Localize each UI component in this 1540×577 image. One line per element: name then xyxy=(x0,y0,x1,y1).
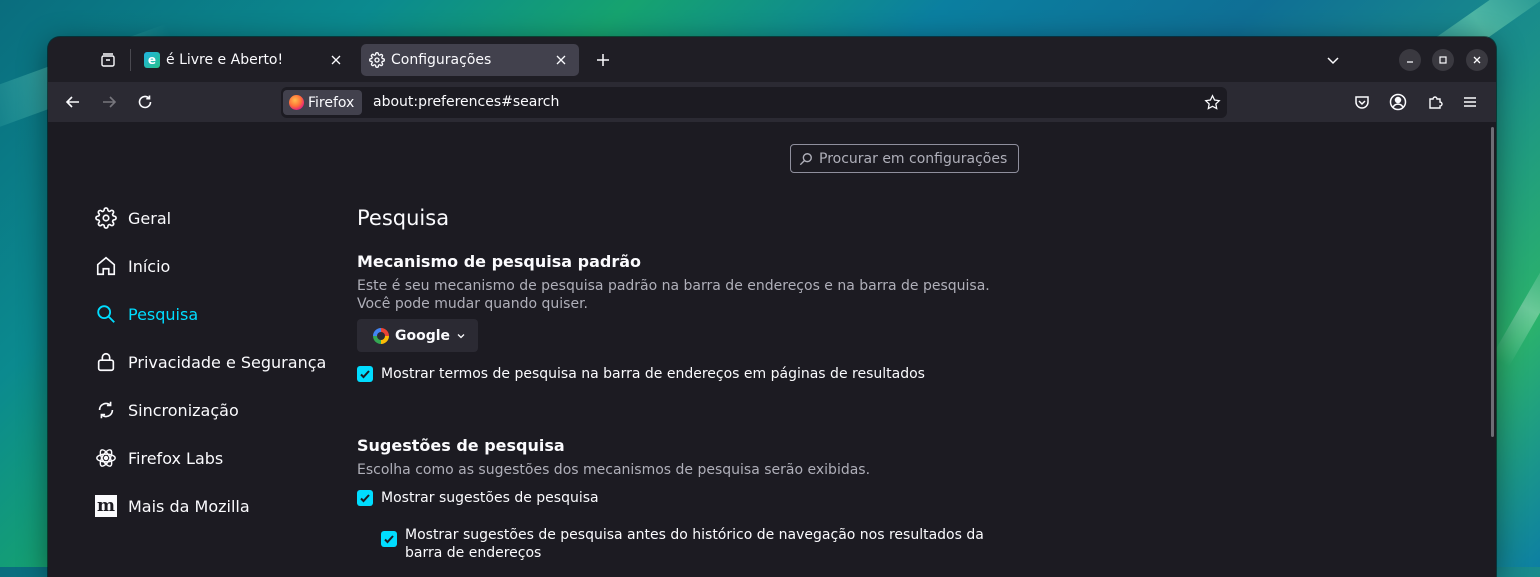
account-button[interactable] xyxy=(1388,92,1408,112)
gear-icon xyxy=(94,206,118,230)
sidebar-item-search[interactable]: Pesquisa xyxy=(94,299,198,329)
pocket-button[interactable] xyxy=(1352,92,1372,112)
pocket-icon xyxy=(1355,96,1369,109)
sidebar-item-label: Firefox Labs xyxy=(128,448,224,468)
default-engine-description: Este é seu mecanismo de pesquisa padrão … xyxy=(357,278,990,312)
default-engine-value: Google xyxy=(395,327,451,344)
new-tab-button[interactable] xyxy=(593,50,613,70)
close-icon xyxy=(331,55,341,65)
preferences-search-input[interactable]: Procurar em configurações xyxy=(790,144,1019,173)
chevron-down-icon xyxy=(1327,57,1339,65)
search-icon xyxy=(799,152,812,165)
default-engine-dropdown[interactable]: Google xyxy=(357,319,478,352)
hamburger-icon xyxy=(1464,97,1476,107)
tab-groups-button[interactable] xyxy=(98,50,118,70)
identity-label: Firefox xyxy=(308,94,355,111)
tab-bar: e é Livre e Aberto! Configurações xyxy=(48,37,1496,82)
sidebar-item-sync[interactable]: Sincronização xyxy=(94,395,239,425)
checkmark-icon xyxy=(384,535,394,544)
tab-label: Configurações xyxy=(391,52,492,68)
sidebar-item-label: Pesquisa xyxy=(128,304,199,324)
home-icon xyxy=(94,254,118,278)
browser-window: e é Livre e Aberto! Configurações Firefo… xyxy=(48,37,1496,577)
plus-icon xyxy=(597,54,609,66)
lock-icon xyxy=(94,350,118,374)
sidebar-item-home[interactable]: Início xyxy=(94,251,170,281)
google-icon xyxy=(373,327,389,344)
identity-box[interactable]: Firefox xyxy=(283,90,363,115)
default-engine-heading: Mecanismo de pesquisa padrão xyxy=(357,252,641,271)
wallpaper-streak xyxy=(1491,253,1540,367)
arrow-right-icon xyxy=(103,96,117,108)
show-suggestions-row[interactable]: Mostrar sugestões de pesquisa xyxy=(357,489,599,507)
url-text[interactable]: about:preferences#search xyxy=(373,94,559,110)
show-search-terms-row[interactable]: Mostrar termos de pesquisa na barra de e… xyxy=(357,365,925,383)
gear-icon xyxy=(369,52,385,68)
list-all-tabs-button[interactable] xyxy=(1323,50,1343,70)
suggestions-heading: Sugestões de pesquisa xyxy=(357,436,565,455)
page-title: Pesquisa xyxy=(357,206,450,230)
reload-button[interactable] xyxy=(135,92,155,112)
atom-icon xyxy=(94,446,118,470)
arrow-left-icon xyxy=(65,96,79,108)
show-search-terms-label: Mostrar termos de pesquisa na barra de e… xyxy=(381,366,925,382)
mozilla-icon: m xyxy=(95,495,117,517)
account-icon xyxy=(1389,93,1407,111)
app-menu-button[interactable] xyxy=(1460,92,1480,112)
tab-site[interactable]: e é Livre e Aberto! xyxy=(136,44,354,76)
url-bar[interactable]: Firefox about:preferences#search xyxy=(281,87,1227,118)
firefox-icon xyxy=(289,95,304,110)
sidebar-item-more-mozilla[interactable]: m Mais da Mozilla xyxy=(94,491,250,521)
tab-close-button[interactable] xyxy=(553,52,569,68)
minimize-icon xyxy=(1407,61,1413,63)
checkmark-icon xyxy=(360,370,370,379)
back-button[interactable] xyxy=(63,92,83,112)
sidebar-item-label: Privacidade e Segurança xyxy=(128,352,327,372)
sidebar-item-label: Início xyxy=(128,256,171,276)
sidebar-item-general[interactable]: Geral xyxy=(94,203,171,233)
tab-separator xyxy=(130,49,131,71)
show-suggestions-checkbox[interactable] xyxy=(357,490,373,506)
sidebar-item-label: Mais da Mozilla xyxy=(128,496,250,516)
extensions-button[interactable] xyxy=(1425,92,1445,112)
puzzle-icon xyxy=(1429,96,1443,109)
show-search-terms-checkbox[interactable] xyxy=(357,366,373,382)
forward-button[interactable] xyxy=(99,92,119,112)
suggestions-before-history-row[interactable]: Mostrar sugestões de pesquisa antes do h… xyxy=(381,526,1021,562)
site-e-icon: e xyxy=(144,52,160,68)
tab-label: é Livre e Aberto! xyxy=(166,52,284,68)
sidebar-item-label: Sincronização xyxy=(128,400,239,420)
maximize-button[interactable] xyxy=(1432,49,1454,71)
show-suggestions-label: Mostrar sugestões de pesquisa xyxy=(381,490,599,506)
search-placeholder: Procurar em configurações xyxy=(819,150,1008,167)
archive-icon xyxy=(101,53,115,67)
close-icon xyxy=(556,55,566,65)
navigation-toolbar: Firefox about:preferences#search xyxy=(48,82,1496,122)
scrollbar[interactable] xyxy=(1491,127,1494,437)
suggestions-before-history-label: Mostrar sugestões de pesquisa antes do h… xyxy=(405,527,984,561)
suggestions-description: Escolha como as sugestões dos mecanismos… xyxy=(357,462,871,478)
search-icon xyxy=(94,302,118,326)
preferences-page: Procurar em configurações Geral Início P… xyxy=(48,122,1496,577)
checkmark-icon xyxy=(360,494,370,503)
sidebar-item-firefox-labs[interactable]: Firefox Labs xyxy=(94,443,223,473)
maximize-icon xyxy=(1439,56,1447,64)
minimize-button[interactable] xyxy=(1399,49,1421,71)
bookmark-star-button[interactable] xyxy=(1204,94,1221,111)
close-window-button[interactable] xyxy=(1466,49,1488,71)
sidebar-item-label: Geral xyxy=(128,208,172,228)
star-icon xyxy=(1204,94,1221,110)
reload-icon xyxy=(138,95,152,109)
chevron-down-icon xyxy=(457,333,465,338)
suggestions-before-history-checkbox[interactable] xyxy=(381,531,397,547)
tab-settings[interactable]: Configurações xyxy=(361,44,579,76)
close-icon xyxy=(1473,56,1481,64)
sync-icon xyxy=(94,398,118,422)
tab-close-button[interactable] xyxy=(328,52,344,68)
sidebar-item-privacy[interactable]: Privacidade e Segurança xyxy=(94,347,326,377)
